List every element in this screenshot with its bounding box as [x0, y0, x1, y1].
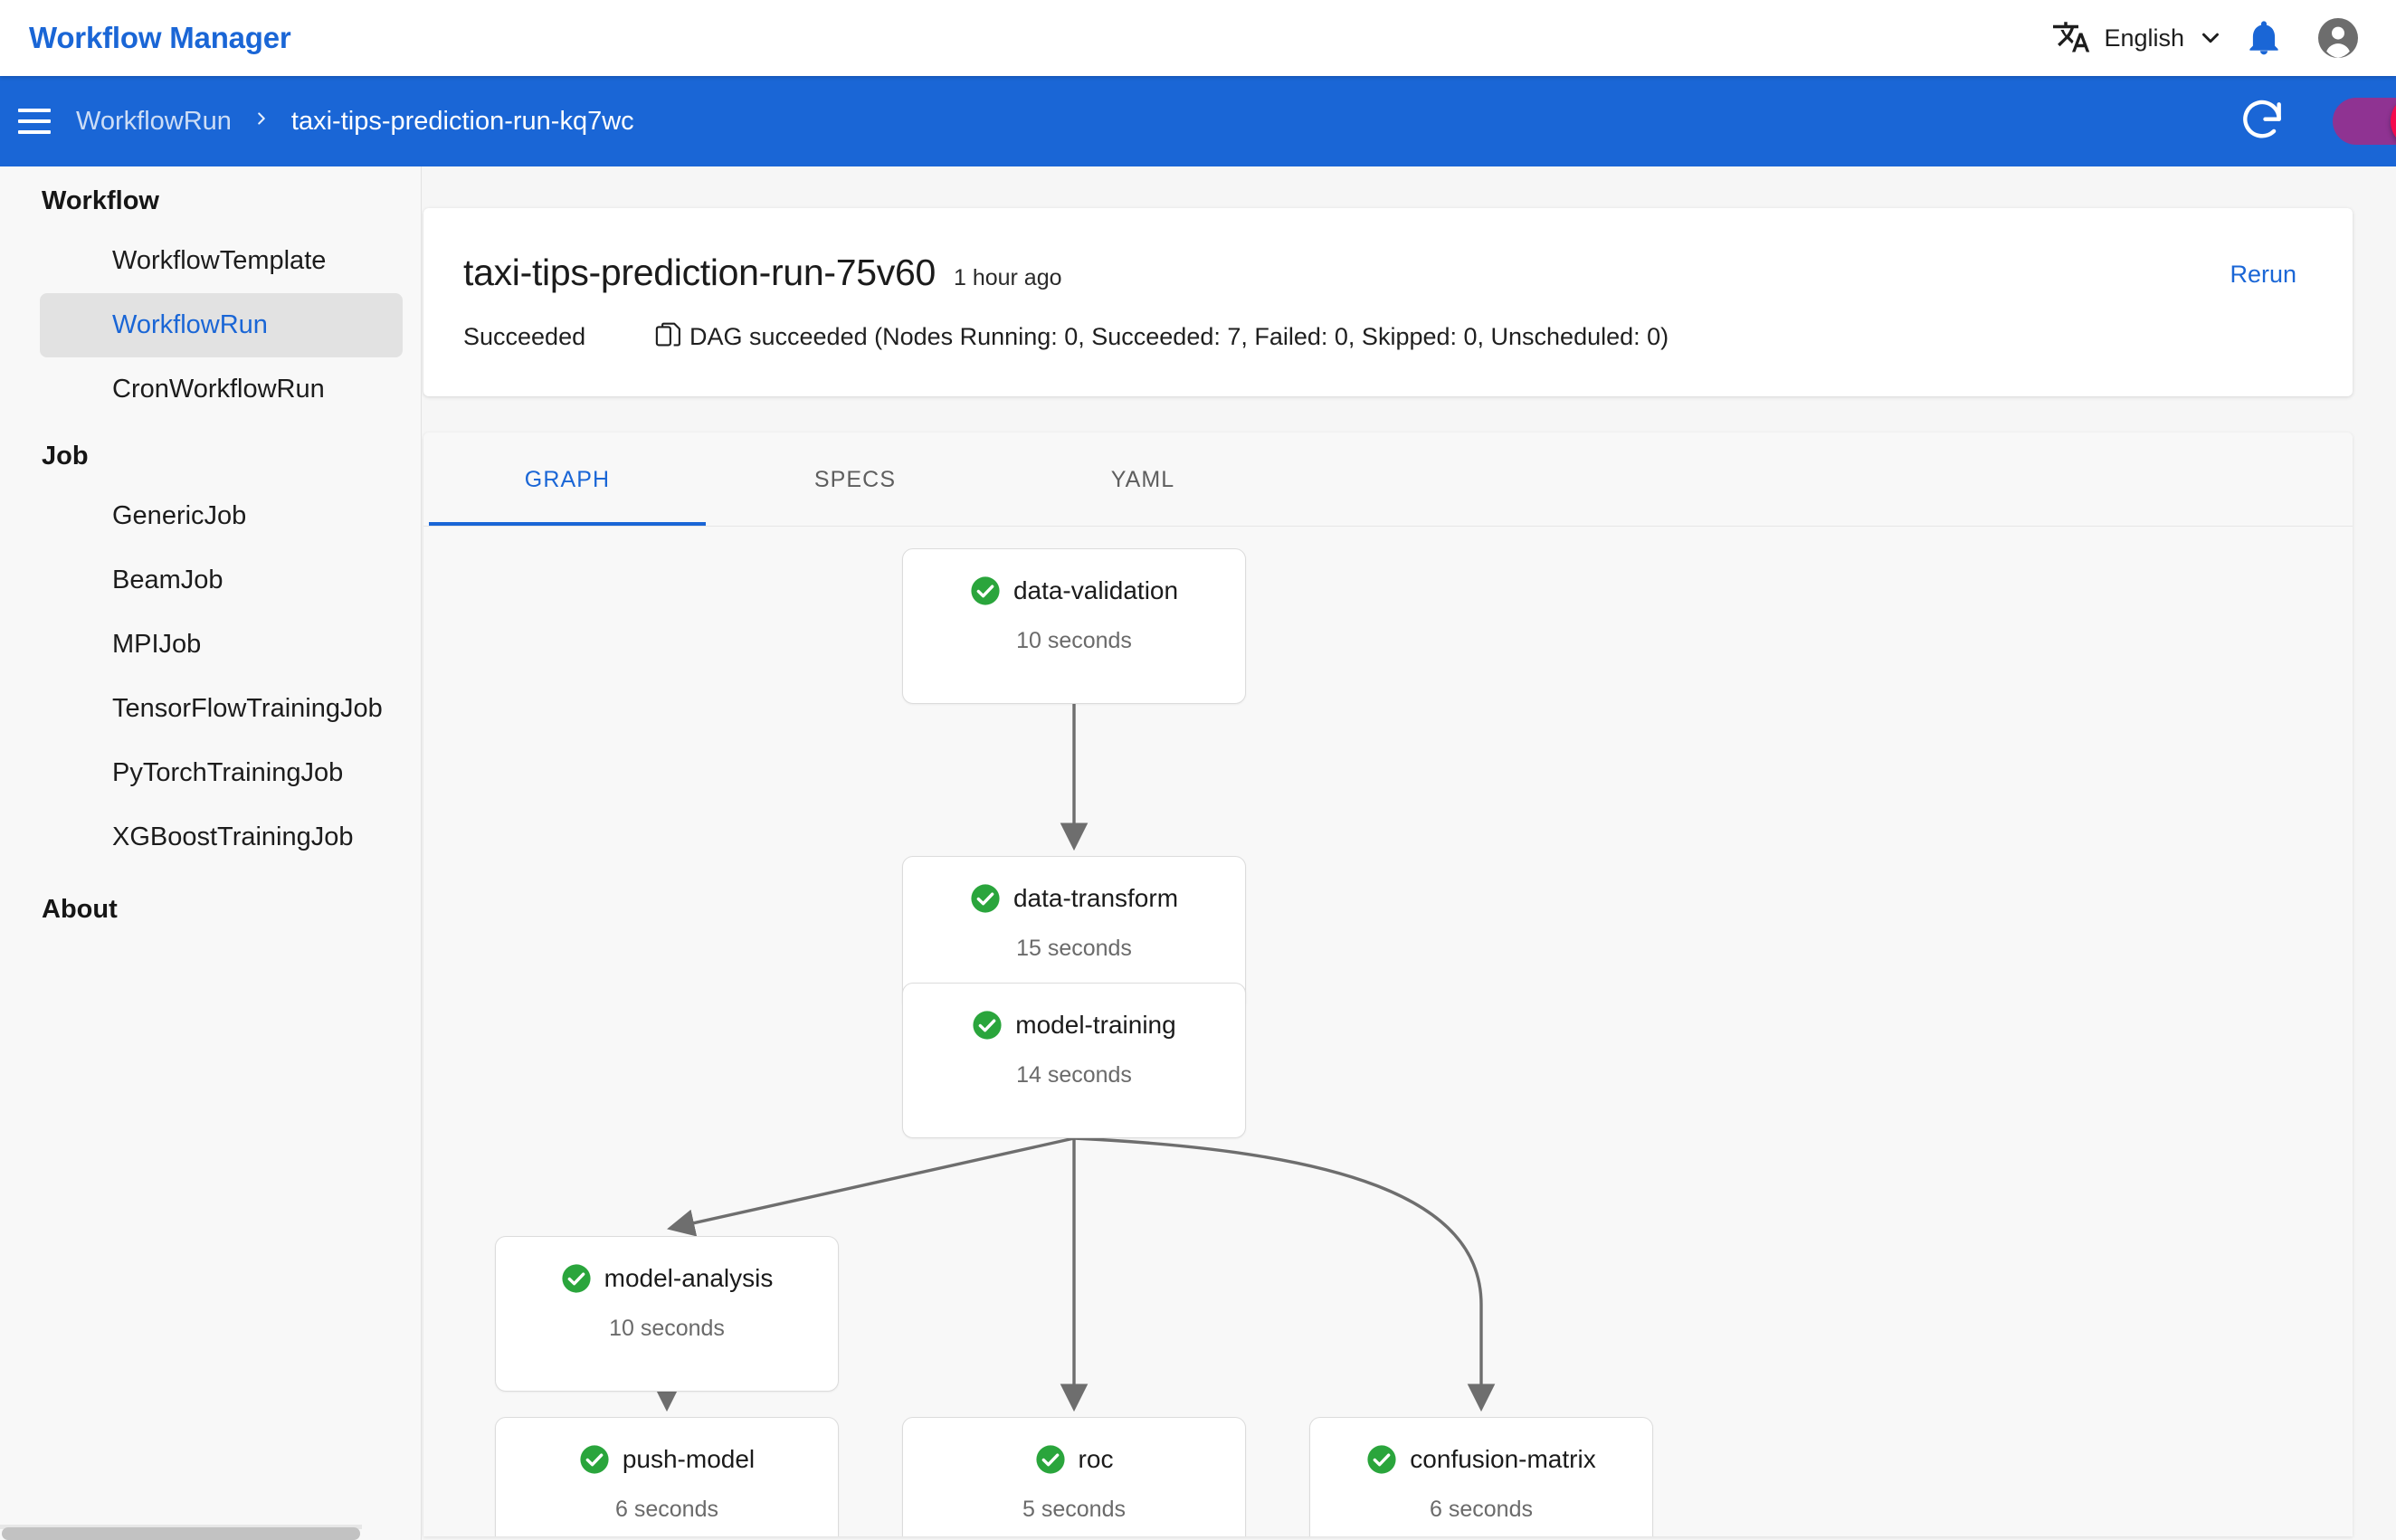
dag-node-name: roc: [1078, 1445, 1114, 1473]
tab-graph[interactable]: GRAPH: [423, 433, 711, 527]
translate-icon: [2053, 17, 2091, 60]
sidebar-group-title-about[interactable]: About: [0, 870, 421, 937]
breadcrumb-separator-icon: [252, 107, 271, 137]
dag-node-duration: 6 seconds: [615, 1497, 718, 1522]
copy-icon[interactable]: [655, 321, 682, 352]
page-title: taxi-tips-prediction-run-75v60: [463, 252, 936, 293]
sidebar-item-cronworkflowrun[interactable]: CronWorkflowRun: [40, 357, 403, 422]
check-circle-icon: [1035, 1444, 1066, 1475]
app-brand: Workflow Manager: [29, 21, 291, 54]
dag-node-confusion-matrix[interactable]: confusion-matrix 6 seconds: [1309, 1417, 1653, 1536]
check-circle-icon: [970, 575, 1001, 606]
workflowrun-summary-card: taxi-tips-prediction-run-75v60 1 hour ag…: [423, 208, 2353, 396]
notifications-bell-icon[interactable]: [2233, 7, 2295, 69]
dag-node-header: roc: [903, 1418, 1245, 1475]
dag-node-model-analysis[interactable]: model-analysis 10 seconds: [495, 1236, 839, 1392]
dag-node-name: data-validation: [1013, 576, 1179, 604]
dag-node-name: model-analysis: [604, 1264, 774, 1292]
edge-model-training-model-analysis: [667, 1136, 1075, 1237]
dag-node-name: confusion-matrix: [1410, 1445, 1596, 1473]
check-circle-icon: [1366, 1444, 1397, 1475]
check-circle-icon: [561, 1263, 592, 1294]
dag-node-duration: 5 seconds: [1022, 1497, 1126, 1522]
tab-bar: GRAPH SPECS YAML: [423, 433, 2353, 527]
check-circle-icon: [970, 883, 1001, 914]
edge-model-training-confusion-matrix: [1073, 1136, 1496, 1412]
toggle-thumb: [2391, 94, 2396, 148]
dag-node-header: confusion-matrix: [1310, 1418, 1652, 1475]
graph-panel: GRAPH SPECS YAML data-validation 10 seco…: [423, 433, 2353, 1536]
status-badge: Succeeded: [463, 322, 586, 350]
account-avatar-icon[interactable]: [2307, 7, 2369, 69]
dag-node-name: data-transform: [1013, 884, 1179, 912]
sidebar-item-workflowrun[interactable]: WorkflowRun: [40, 293, 403, 357]
toolbar-actions: [2237, 94, 2396, 148]
summary-age: 1 hour ago: [953, 265, 1062, 290]
summary-title-row: taxi-tips-prediction-run-75v60 1 hour ag…: [463, 252, 1062, 294]
sidebar-item-mpijob[interactable]: MPIJob: [40, 613, 403, 677]
dag-node-duration: 10 seconds: [609, 1316, 725, 1341]
tab-specs[interactable]: SPECS: [711, 433, 999, 527]
dag-node-name: push-model: [622, 1445, 756, 1473]
refresh-icon[interactable]: [2237, 96, 2287, 147]
dag-canvas[interactable]: data-validation 10 seconds data-transfor…: [423, 527, 2353, 1536]
dag-node-duration: 14 seconds: [1016, 1062, 1132, 1088]
dag-node-header: data-validation: [903, 549, 1245, 606]
language-selector[interactable]: English: [2044, 17, 2233, 60]
sidebar-group-title-job: Job: [42, 442, 89, 471]
sidebar-item-pytorchtrainingjob[interactable]: PyTorchTrainingJob: [40, 741, 403, 805]
dag-node-duration: 6 seconds: [1430, 1497, 1533, 1522]
rerun-button[interactable]: Rerun: [2230, 261, 2296, 289]
sidebar-group-title-workflow: Workflow: [42, 186, 159, 215]
dag-node-model-training[interactable]: model-training 14 seconds: [902, 983, 1246, 1138]
app-bar: Workflow Manager English: [0, 0, 2396, 76]
app-bar-actions: English: [2044, 7, 2369, 69]
dag-node-header: model-analysis: [496, 1237, 838, 1294]
sidebar-item-beamjob[interactable]: BeamJob: [40, 548, 403, 613]
breadcrumb-toolbar: WorkflowRun taxi-tips-prediction-run-kq7…: [0, 76, 2396, 166]
sidebar-scrollbar-thumb[interactable]: [2, 1527, 360, 1540]
sidebar-navigation: Workflow WorkflowTemplate WorkflowRun Cr…: [0, 166, 422, 1540]
sidebar-item-genericjob[interactable]: GenericJob: [40, 484, 403, 548]
summary-message: DAG succeeded (Nodes Running: 0, Succeed…: [689, 322, 1669, 350]
dag-node-duration: 15 seconds: [1016, 936, 1132, 961]
dag-node-header: push-model: [496, 1418, 838, 1475]
breadcrumb-root-link[interactable]: WorkflowRun: [76, 107, 232, 137]
chevron-down-icon: [2197, 24, 2224, 52]
dag-node-roc[interactable]: roc 5 seconds: [902, 1417, 1246, 1536]
check-circle-icon: [579, 1444, 610, 1475]
main-content: taxi-tips-prediction-run-75v60 1 hour ag…: [422, 166, 2396, 1540]
dag-node-name: model-training: [1015, 1011, 1176, 1039]
check-circle-icon: [972, 1010, 1003, 1041]
tab-yaml[interactable]: YAML: [999, 433, 1287, 527]
language-label: English: [2104, 24, 2184, 52]
breadcrumb-current: taxi-tips-prediction-run-kq7wc: [290, 106, 634, 136]
dag-node-header: model-training: [903, 984, 1245, 1041]
live-updates-toggle[interactable]: [2333, 94, 2396, 148]
dag-node-header: data-transform: [903, 857, 1245, 914]
sidebar-item-tensorflowtrainingjob[interactable]: TensorFlowTrainingJob: [40, 677, 403, 741]
sidebar-item-workflowtemplate[interactable]: WorkflowTemplate: [40, 229, 403, 293]
dag-node-duration: 10 seconds: [1016, 628, 1132, 653]
sidebar-item-xgboosttrainingjob[interactable]: XGBoostTrainingJob: [40, 805, 403, 870]
dag-node-data-validation[interactable]: data-validation 10 seconds: [902, 548, 1246, 704]
dag-node-push-model[interactable]: push-model 6 seconds: [495, 1417, 839, 1536]
summary-status-row: Succeeded DAG succeeded (Nodes Running: …: [463, 321, 1669, 352]
hamburger-menu-icon[interactable]: [18, 109, 51, 134]
